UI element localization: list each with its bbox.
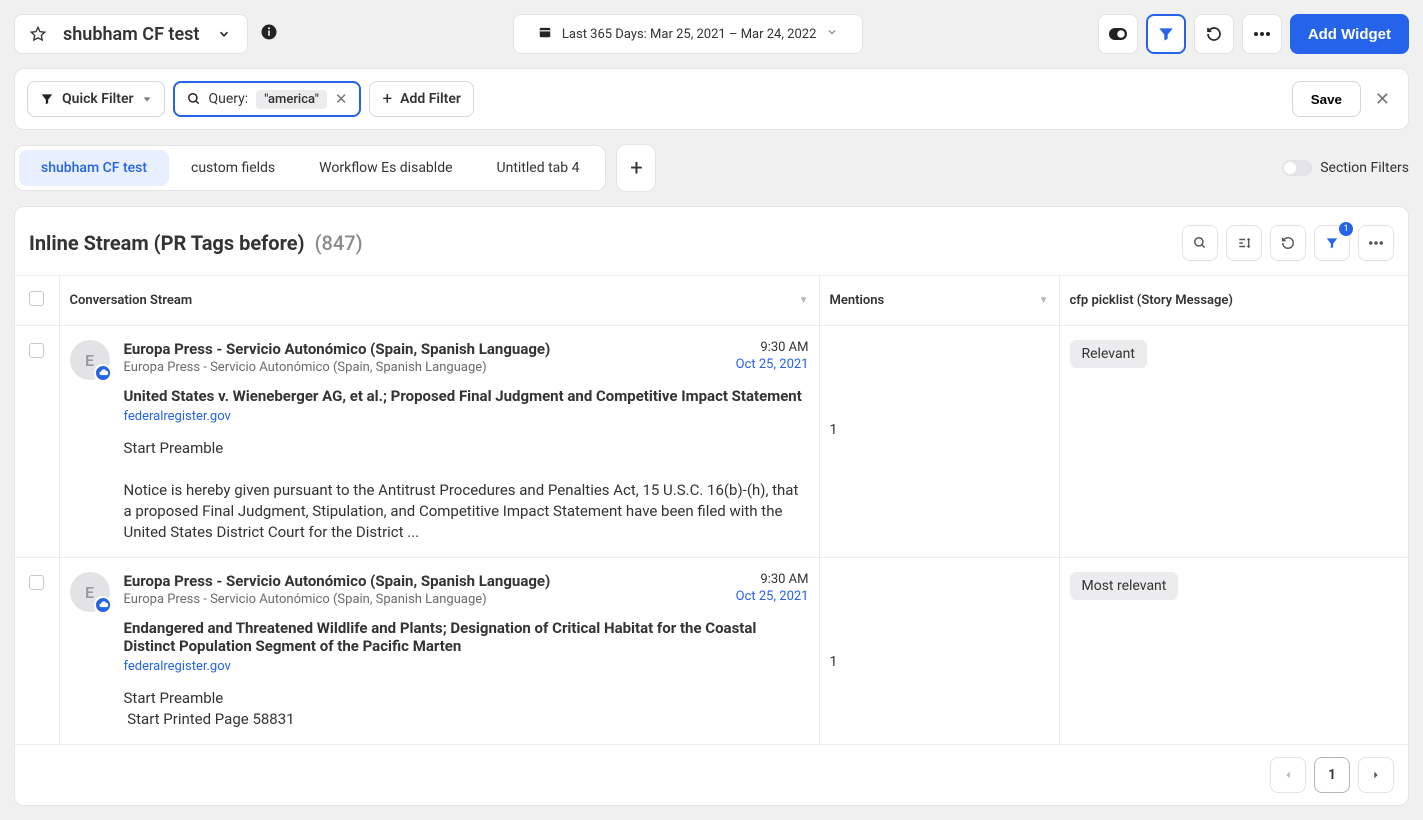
panel-filter-button[interactable]: 1 (1314, 225, 1350, 261)
pagination: 1 (15, 745, 1408, 805)
add-widget-button[interactable]: Add Widget (1290, 14, 1409, 54)
section-filters-toggle[interactable]: Section Filters (1282, 160, 1409, 176)
conv-time: 9:30 AM (760, 340, 808, 355)
toggle-switch[interactable] (1282, 160, 1312, 176)
mentions-value: 1 (830, 654, 838, 670)
quick-filter-label: Quick Filter (62, 91, 134, 107)
tab-untitled-4[interactable]: Untitled tab 4 (475, 150, 602, 186)
tab-shubham-cf-test[interactable]: shubham CF test (19, 150, 169, 186)
avatar: E (70, 340, 110, 380)
picklist-chip[interactable]: Most relevant (1070, 572, 1179, 600)
next-page-button[interactable] (1358, 757, 1394, 793)
section-filters-label: Section Filters (1320, 160, 1409, 176)
conv-link[interactable]: federalregister.gov (124, 659, 809, 674)
add-tab-button[interactable]: + (616, 144, 656, 192)
avatar-letter: E (85, 351, 94, 370)
more-menu-button[interactable] (1242, 14, 1282, 54)
conv-time: 9:30 AM (760, 572, 808, 587)
column-mentions: Mentions (830, 293, 885, 308)
add-filter-label: Add Filter (400, 91, 461, 107)
page-number[interactable]: 1 (1314, 757, 1350, 793)
conv-subsource: Europa Press - Servicio Autonómico (Spai… (124, 360, 726, 375)
row-checkbox[interactable] (29, 343, 44, 358)
dashboard-title-box: shubham CF test (14, 14, 248, 54)
panel-refresh-button[interactable] (1270, 225, 1306, 261)
conv-source: Europa Press - Servicio Autonómico (Spai… (124, 572, 726, 590)
close-filter-bar-icon[interactable]: ✕ (1369, 89, 1396, 110)
tab-workflow-es-disabled[interactable]: Workflow Es disablde (297, 150, 474, 186)
row-checkbox[interactable] (29, 575, 44, 590)
stream-table: Conversation Stream ▼ Mentions ▼ cfp pic… (15, 275, 1408, 745)
chevron-down-icon (826, 26, 838, 42)
conv-headline: United States v. Wieneberger AG, et al.;… (124, 387, 809, 405)
dark-mode-toggle[interactable] (1098, 14, 1138, 54)
prev-page-button[interactable] (1270, 757, 1306, 793)
stream-panel: Inline Stream (PR Tags before) (847) 1 (14, 206, 1409, 806)
query-label: Query: (209, 91, 249, 107)
query-filter-chip[interactable]: Query: "america" ✕ (173, 81, 362, 117)
source-badge-icon (94, 364, 112, 382)
table-row: E Europa Press - Servicio Autonómico (Sp… (15, 326, 1408, 558)
conv-source: Europa Press - Servicio Autonómico (Spai… (124, 340, 726, 358)
sort-caret-icon[interactable]: ▼ (799, 295, 809, 306)
calendar-icon (538, 25, 552, 43)
panel-sort-button[interactable] (1226, 225, 1262, 261)
conv-body: Start Preamble Start Printed Page 58831 (124, 688, 809, 730)
select-all-checkbox[interactable] (29, 291, 44, 306)
quick-filter-button[interactable]: Quick Filter (27, 81, 165, 117)
date-range-picker[interactable]: Last 365 Days: Mar 25, 2021 – Mar 24, 20… (513, 14, 863, 54)
panel-title: Inline Stream (PR Tags before) (29, 231, 305, 255)
refresh-button[interactable] (1194, 14, 1234, 54)
save-filters-button[interactable]: Save (1292, 81, 1361, 117)
picklist-chip[interactable]: Relevant (1070, 340, 1147, 368)
panel-search-button[interactable] (1182, 225, 1218, 261)
info-icon[interactable] (260, 23, 278, 45)
sort-caret-icon[interactable]: ▼ (1039, 295, 1049, 306)
add-filter-button[interactable]: + Add Filter (369, 81, 474, 117)
column-picklist: cfp picklist (Story Message) (1070, 293, 1233, 308)
tab-custom-fields[interactable]: custom fields (169, 150, 297, 186)
chevron-down-icon[interactable] (211, 21, 237, 47)
avatar: E (70, 572, 110, 612)
date-range-label: Last 365 Days: Mar 25, 2021 – Mar 24, 20… (562, 27, 816, 42)
star-icon[interactable] (25, 21, 51, 47)
conv-date[interactable]: Oct 25, 2021 (736, 357, 809, 372)
mentions-value: 1 (830, 422, 838, 438)
filter-bar: Quick Filter Query: "america" ✕ + Add Fi… (14, 68, 1409, 130)
column-conversation: Conversation Stream (70, 293, 193, 308)
conv-headline: Endangered and Threatened Wildlife and P… (124, 619, 809, 655)
conv-subsource: Europa Press - Servicio Autonómico (Spai… (124, 592, 726, 607)
tabs-container: shubham CF test custom fields Workflow E… (14, 145, 606, 191)
filter-button[interactable] (1146, 14, 1186, 54)
conv-date[interactable]: Oct 25, 2021 (736, 589, 809, 604)
conv-body: Start Preamble Notice is hereby given pu… (124, 438, 809, 543)
panel-more-button[interactable] (1358, 225, 1394, 261)
query-value-tag: "america" (256, 90, 327, 109)
avatar-letter: E (85, 583, 94, 602)
dashboard-title: shubham CF test (63, 24, 199, 45)
panel-count: (847) (315, 231, 363, 255)
conv-link[interactable]: federalregister.gov (124, 409, 809, 424)
source-badge-icon (94, 596, 112, 614)
table-row: E Europa Press - Servicio Autonómico (Sp… (15, 558, 1408, 745)
panel-filter-badge: 1 (1339, 222, 1353, 236)
remove-query-icon[interactable]: ✕ (335, 90, 348, 108)
